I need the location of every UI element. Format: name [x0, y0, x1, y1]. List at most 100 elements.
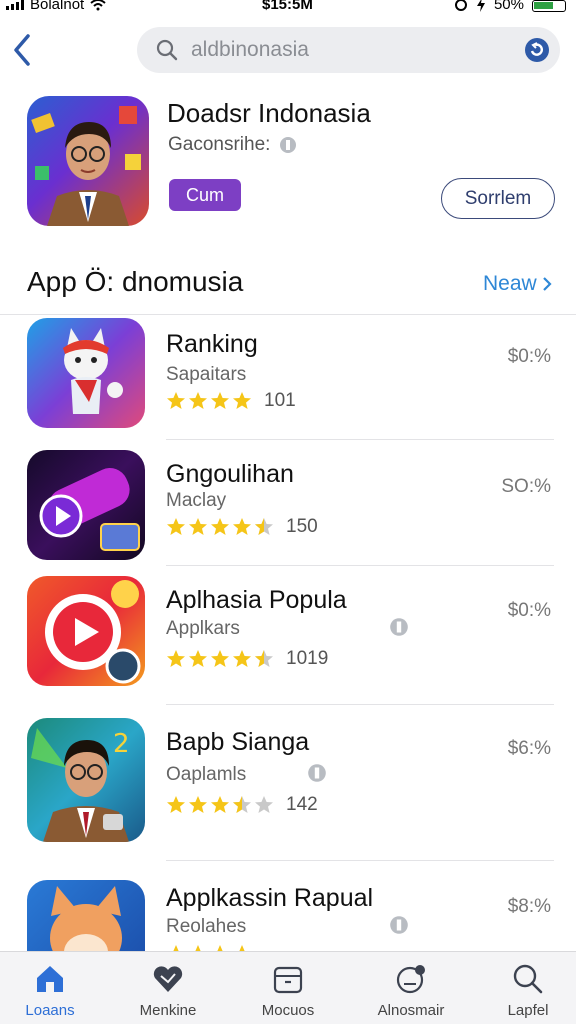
heart-icon	[153, 966, 183, 992]
info-badge-icon	[390, 618, 408, 636]
charging-icon	[476, 0, 485, 12]
info-badge-icon	[308, 764, 326, 782]
tab-ranking[interactable]: Menkine	[118, 952, 218, 1024]
app-rating	[166, 944, 252, 951]
row-divider	[166, 439, 554, 440]
chevron-right-icon	[542, 277, 552, 291]
section-divider	[0, 314, 576, 315]
row-divider	[166, 565, 554, 566]
star-icon	[167, 518, 185, 535]
section-title: App Ö: dnomusia	[27, 266, 244, 297]
search-input[interactable]: aldbinonasia	[137, 27, 560, 73]
refresh-icon[interactable]	[524, 37, 550, 63]
featured-app-icon[interactable]	[27, 96, 149, 226]
rating-count: 150	[286, 516, 318, 537]
app-subtitle: Maclay	[166, 490, 227, 511]
rating-count: 1019	[286, 648, 329, 669]
app-icon-ranking	[27, 318, 145, 428]
tab-messages[interactable]: Alnosmair	[361, 952, 461, 1024]
featured-app-title: Doadsr Indonasia	[167, 98, 371, 128]
row-divider	[166, 860, 554, 861]
tab-home[interactable]: Loaans	[0, 952, 100, 1024]
featured-app-subtitle: Gaconsrihe:	[168, 134, 298, 156]
play-button-art	[45, 580, 141, 684]
list-item[interactable]: Ranking Sapaitars 101 $0:%	[0, 318, 576, 458]
star-icon	[233, 650, 251, 667]
star-icon	[211, 796, 229, 813]
app-subtitle: Sapaitars	[166, 364, 247, 385]
status-left: Bolalnot	[6, 0, 106, 13]
open-button[interactable]: Sorrlem	[441, 178, 555, 219]
tab-label: Mocuos	[261, 1002, 315, 1019]
app-price: $0:%	[507, 346, 551, 367]
star-icon	[189, 796, 207, 813]
featured-avatar-art	[31, 106, 141, 226]
list-item[interactable]: 2 Bapb Sianga Oaplamls 142 $6:%	[0, 712, 576, 852]
app-price: $0:%	[507, 600, 551, 621]
tab-updates[interactable]: Mocuos	[238, 952, 338, 1024]
status-right: 50%	[454, 0, 566, 13]
app-rating: 150	[166, 516, 318, 538]
wifi-icon	[90, 0, 106, 10]
battery-icon	[532, 0, 566, 12]
list-item[interactable]: Applkassin Rapual Reolahes $8:%	[0, 868, 576, 951]
tab-label: Menkine	[139, 1002, 197, 1019]
star-icon	[211, 518, 229, 535]
star-icon	[189, 392, 207, 409]
status-time: $15:5M	[262, 0, 313, 13]
app-price: $6:%	[507, 738, 551, 759]
svg-text:2: 2	[113, 729, 130, 759]
star-icon	[167, 650, 185, 667]
featured-app-subtitle-text: Gaconsrihe:	[168, 134, 271, 155]
star-icon	[167, 796, 185, 813]
app-icon-aplhasia	[27, 576, 145, 686]
see-all-link[interactable]: Neaw	[483, 272, 553, 296]
star-icon	[239, 945, 245, 951]
star-icon	[167, 392, 185, 409]
star-icon	[211, 392, 229, 409]
battery-percent: 50%	[493, 0, 524, 13]
signal-icon	[6, 0, 24, 10]
app-name: Gngoulihan	[166, 460, 294, 488]
list-item[interactable]: Aplhasia Popula Applkars 1019 $0:%	[0, 574, 576, 714]
video-player-art	[39, 468, 140, 551]
app-price: $8:%	[507, 896, 551, 917]
app-icon-applkassin	[27, 880, 145, 951]
back-icon[interactable]	[8, 30, 38, 70]
search-query: aldbinonasia	[191, 38, 309, 61]
rating-count: 101	[264, 390, 296, 411]
app-name: Ranking	[166, 330, 258, 358]
fox-art	[50, 886, 122, 951]
carrier-label: Bolalnot	[30, 0, 85, 13]
see-all-label: Neaw	[483, 272, 537, 295]
app-subtitle: Oaplamls	[166, 764, 247, 785]
app-rating: 142	[166, 794, 318, 816]
info-badge-icon	[280, 137, 297, 153]
search-icon	[513, 964, 543, 994]
tab-bar: Loaans Menkine Mocuos Alnosmair Lapfel	[0, 951, 576, 1024]
app-name: Aplhasia Popula	[166, 586, 347, 614]
star-icon	[233, 392, 251, 409]
tab-label: Loaans	[25, 1002, 75, 1019]
status-bar: Bolalnot $15:5M 50%	[0, 0, 576, 14]
app-price: SO:%	[501, 476, 551, 497]
star-icon	[233, 518, 251, 535]
tab-label: Alnosmair	[377, 1002, 445, 1019]
chat-icon	[396, 965, 425, 994]
tab-search[interactable]: Lapfel	[478, 952, 576, 1024]
list-item[interactable]: Gngoulihan Maclay 150 SO:%	[0, 448, 576, 588]
box-icon	[273, 966, 303, 994]
rating-count: 142	[286, 794, 318, 815]
app-rating: 1019	[166, 648, 328, 670]
person-avatar-art: 2	[31, 728, 130, 842]
home-icon	[37, 966, 63, 992]
star-icon	[173, 945, 179, 951]
get-button[interactable]: Cum	[169, 179, 241, 211]
star-half-icon	[233, 796, 251, 813]
app-name: Bapb Sianga	[166, 728, 310, 756]
star-icon	[211, 650, 229, 667]
star-icon	[189, 650, 207, 667]
app-subtitle: Reolahes	[166, 916, 247, 937]
info-badge-icon	[390, 916, 408, 934]
app-rating: 101	[166, 390, 296, 412]
